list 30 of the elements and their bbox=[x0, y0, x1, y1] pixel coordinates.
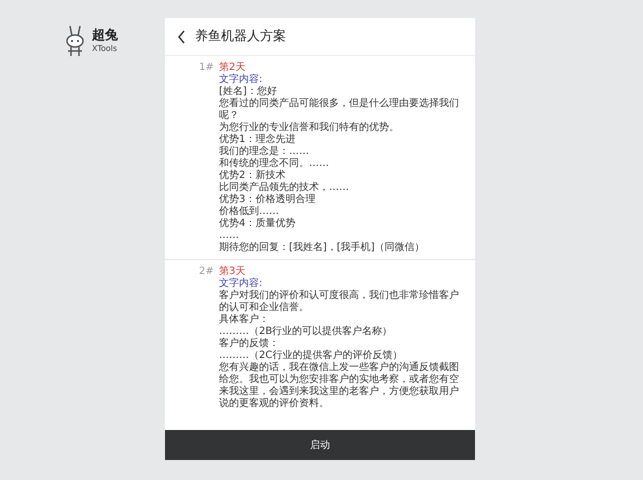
item-number: 1# bbox=[199, 62, 215, 75]
message-line: 和传统的理念不同。…… bbox=[219, 158, 330, 170]
message-line: ………（2C行业的提供客户的评价反馈） bbox=[219, 350, 404, 362]
message-line: 客户对我们的评价和认可度很高，我们也非常珍惜客户的认可和企业信誉。 bbox=[219, 290, 460, 314]
message-line: 期待您的回复：[我姓名]，[我手机]（同微信） bbox=[219, 242, 426, 254]
message-line: …… bbox=[219, 230, 240, 242]
logo-subtitle: XTools bbox=[92, 44, 118, 54]
page-title: 养鱼机器人方案 bbox=[195, 28, 286, 46]
content-label: 文字内容: bbox=[219, 74, 264, 86]
message-line: 优势1：理念先进 bbox=[219, 134, 296, 146]
message-line: [姓名]：您好 bbox=[219, 86, 278, 98]
start-button[interactable]: 启动 bbox=[165, 430, 475, 460]
message-line: 比同类产品领先的技术，…… bbox=[219, 182, 350, 194]
message-line: 价格低到…… bbox=[219, 206, 280, 218]
message-line: 优势3：价格透明合理 bbox=[219, 194, 316, 206]
content-label: 文字内容: bbox=[219, 278, 264, 290]
message-line: 客户的反馈： bbox=[219, 338, 280, 350]
message-line: 为您行业的专业信誉和我们特有的优势。 bbox=[219, 122, 400, 134]
message-line: 您有兴趣的话，我在微信上发一些客户的沟通反馈截图给您。我也可以为您安排客户的实地考察，或者您有空来我这里，会遇到来我这里的老客户，方便您获取用户说的更客观的评价资料。 bbox=[219, 362, 460, 410]
message-line: 优势2：新技术 bbox=[219, 170, 286, 182]
item-number: 2# bbox=[199, 266, 215, 279]
message-line: 您看过的同类产品可能很多，但是什么理由要选择我们呢？ bbox=[219, 98, 460, 122]
day-label: 第3天 bbox=[219, 266, 246, 278]
logo-text: 超兔 bbox=[92, 28, 118, 44]
message-line: 我们的理念是：…… bbox=[219, 146, 310, 158]
message-line: 具体客户： bbox=[219, 314, 270, 326]
day-label: 第2天 bbox=[219, 62, 246, 74]
message-line: 优势4：质量优势 bbox=[219, 218, 296, 230]
message-line: ………（2B行业的可以提供客户名称） bbox=[219, 326, 394, 338]
back-chevron-icon bbox=[177, 30, 186, 44]
